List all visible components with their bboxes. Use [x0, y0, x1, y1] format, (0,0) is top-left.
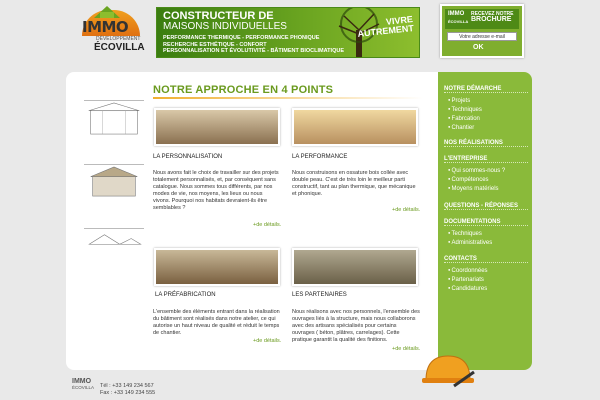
more-link-performance[interactable]: +de détails.: [392, 207, 420, 213]
brochure-text-2: BROCHURE: [471, 16, 512, 23]
sidebar-section-demarche[interactable]: NOTRE DÉMARCHE: [444, 86, 528, 93]
house-sketch-2: [84, 164, 144, 197]
photo-personnalisation[interactable]: [154, 108, 280, 146]
more-link-partenaires[interactable]: +de détails.: [392, 346, 420, 352]
sidebar-section-contacts[interactable]: CONTACTS: [444, 256, 528, 263]
logo-brand: IMMO: [82, 18, 129, 36]
card-title-performance: LA PERFORMANCE: [292, 154, 348, 160]
sidebar-item-coordonnees[interactable]: Coordonnées: [448, 267, 488, 274]
brochure-brand-sub: ÉCOVILLA: [448, 19, 469, 24]
banner-lines: PERFORMANCE THERMIQUE - PERFORMANCE PHON…: [163, 35, 344, 55]
helmet-icon: [422, 355, 475, 388]
sidebar-item-techniques[interactable]: Techniques: [448, 106, 482, 113]
brochure-form: IMMO ÉCOVILLA RECEVEZ NOTRE BROCHURE Vot…: [440, 4, 524, 58]
title-underline: [153, 97, 423, 99]
footer-brand: IMMO: [72, 378, 92, 385]
sidebar-item-projets[interactable]: Projets: [448, 97, 471, 104]
sidebar-section-questions[interactable]: QUESTIONS - RÉPONSES: [444, 203, 528, 210]
footer-contact: Tél : +33 149 234 567 Fax : +33 149 234 …: [100, 383, 155, 397]
sidebar-item-administratives[interactable]: Administratives: [448, 239, 493, 246]
sidebar-item-chantier[interactable]: Chantier: [448, 124, 475, 131]
sidebar-section-documentations[interactable]: DOCUMENTATIONS: [444, 219, 528, 226]
card-title-prefabrication: LA PRÉFABRICATION: [155, 292, 216, 298]
house-sketch-1: [84, 100, 144, 135]
sidebar-section-entreprise[interactable]: L'ENTREPRISE: [444, 156, 528, 163]
logo[interactable]: IMMO DÉVELOPPEMENT ÉCOVILLA: [78, 4, 145, 58]
sidebar-item-qui-sommes-nous[interactable]: Qui sommes-nous ?: [448, 167, 506, 174]
card-text-partenaires: Nous réalisons avec nos personnels, l'en…: [292, 309, 420, 343]
more-link-personnalisation[interactable]: +de détails.: [253, 222, 281, 228]
photo-partenaires[interactable]: [292, 248, 418, 286]
sidebar-item-fabrication[interactable]: Fabrcation: [448, 115, 480, 122]
brochure-brand: IMMO ÉCOVILLA: [448, 11, 468, 25]
card-text-performance: Nous construisons en ossature bois collé…: [292, 170, 416, 197]
email-field[interactable]: Votre adresse e-mail: [447, 32, 517, 41]
sidebar-item-candidatures[interactable]: Candidatures: [448, 285, 488, 292]
photo-performance[interactable]: [292, 108, 418, 146]
house-sketch-3: [84, 228, 144, 245]
sidebar-section-realisations[interactable]: NOS RÉALISATIONS: [444, 140, 528, 147]
card-title-personnalisation: LA PERSONNALISATION: [153, 154, 223, 160]
brochure-brand-name: IMMO: [448, 11, 465, 17]
card-text-personnalisation: Nous avons fait le choix de travailler s…: [153, 170, 279, 211]
page-title: NOTRE APPROCHE EN 4 POINTS: [153, 84, 334, 96]
house-icon: [94, 6, 120, 18]
sidebar-item-doc-techniques[interactable]: Techniques: [448, 230, 482, 237]
more-link-prefabrication[interactable]: +de détails.: [253, 338, 281, 344]
header-banner: CONSTRUCTEUR DE MAISONS INDIVIDUELLES PE…: [156, 7, 420, 58]
sidebar-item-partenariats[interactable]: Partenariats: [448, 276, 484, 283]
sidebar-item-moyens[interactable]: Moyens matériels: [448, 185, 499, 192]
brochure-header: IMMO ÉCOVILLA RECEVEZ NOTRE BROCHURE: [445, 9, 519, 29]
banner-line-3: PERSONNALISATION ET ÉVOLUTIVITÉ - BÂTIME…: [163, 48, 344, 54]
banner-line-1: PERFORMANCE THERMIQUE - PERFORMANCE PHON…: [163, 35, 320, 41]
card-title-partenaires: LES PARTENAIRES: [292, 292, 347, 298]
banner-title-2: MAISONS INDIVIDUELLES: [163, 21, 287, 32]
photo-prefabrication[interactable]: [154, 248, 280, 286]
footer-fax: Fax : +33 149 234 555: [100, 390, 156, 396]
footer-logo[interactable]: IMMO ÉCOVILLA: [72, 378, 94, 390]
card-text-prefabrication: L'ensemble des éléments entrant dans la …: [153, 309, 280, 336]
ok-button[interactable]: OK: [473, 44, 484, 51]
sidebar-item-competences[interactable]: Compétences: [448, 176, 489, 183]
footer-brand-sub: ÉCOVILLA: [72, 385, 95, 390]
footer-tel: Tél : +33 149 234 567: [100, 383, 154, 389]
logo-name: ÉCOVILLA: [94, 42, 145, 53]
brochure-text: RECEVEZ NOTRE BROCHURE: [471, 11, 514, 23]
